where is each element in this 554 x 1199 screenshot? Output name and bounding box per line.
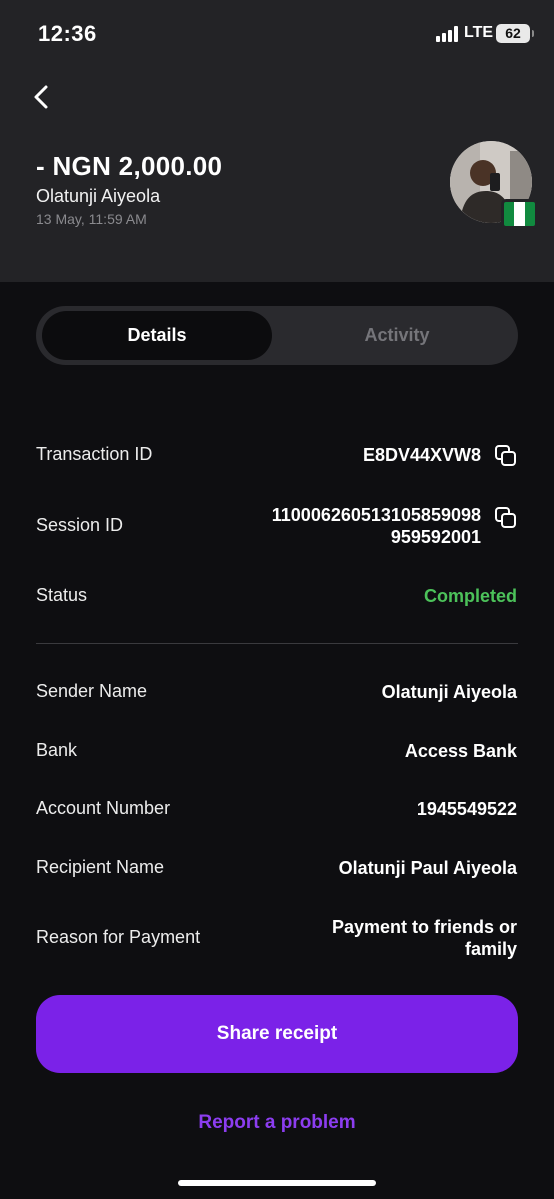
transaction-details-screen: 12:36 LTE 62 - NGN 2,000.00 Olatunji Aiy… bbox=[0, 0, 554, 1199]
reason-line-2: family bbox=[464, 939, 517, 959]
home-indicator bbox=[178, 1180, 376, 1186]
status-bar: 12:36 LTE 62 bbox=[0, 0, 554, 70]
back-button[interactable] bbox=[26, 80, 60, 114]
copy-session-id-button[interactable] bbox=[494, 506, 518, 530]
recipient-name-value: Olatunji Paul Aiyeola bbox=[338, 858, 517, 878]
battery-icon: 62 bbox=[496, 24, 534, 43]
session-id-line-1: 110006260513105859098 bbox=[271, 505, 481, 525]
network-label: LTE bbox=[464, 24, 494, 41]
tab-switcher: Details Activity bbox=[36, 306, 518, 365]
transaction-id-value: E8DV44XVW8 bbox=[362, 445, 481, 465]
divider bbox=[36, 643, 518, 644]
transaction-datetime: 13 May, 11:59 AM bbox=[36, 211, 147, 227]
counterparty-name: Olatunji Aiyeola bbox=[36, 186, 161, 206]
sender-name-value: Olatunji Aiyeola bbox=[381, 682, 517, 702]
report-problem-link[interactable]: Report a problem bbox=[0, 1112, 554, 1134]
tab-details[interactable]: Details bbox=[42, 311, 272, 360]
reason-value: Payment to friends or family bbox=[332, 916, 517, 960]
session-id-label: Session ID bbox=[36, 515, 124, 535]
status-time: 12:36 bbox=[38, 21, 97, 46]
transaction-amount: - NGN 2,000.00 bbox=[36, 151, 223, 181]
status-label: Status bbox=[36, 585, 88, 605]
share-receipt-button[interactable]: Share receipt bbox=[36, 995, 518, 1073]
nigeria-flag-icon bbox=[501, 199, 538, 229]
tab-activity[interactable]: Activity bbox=[282, 311, 512, 360]
transaction-id-label: Transaction ID bbox=[36, 444, 153, 464]
bank-value: Access Bank bbox=[404, 741, 517, 761]
session-id-value: 110006260513105859098 959592001 bbox=[272, 504, 481, 548]
reason-line-1: Payment to friends or bbox=[331, 917, 517, 937]
copy-transaction-id-button[interactable] bbox=[494, 444, 518, 468]
copy-icon bbox=[495, 445, 516, 466]
back-chevron-icon bbox=[34, 85, 48, 109]
signal-icon bbox=[436, 26, 460, 42]
sender-name-label: Sender Name bbox=[36, 681, 148, 701]
copy-icon bbox=[495, 507, 516, 528]
session-id-line-2: 959592001 bbox=[390, 527, 481, 547]
account-number-label: Account Number bbox=[36, 798, 171, 818]
reason-label: Reason for Payment bbox=[36, 927, 201, 947]
account-number-value: 1945549522 bbox=[416, 799, 517, 819]
recipient-name-label: Recipient Name bbox=[36, 857, 165, 877]
bank-label: Bank bbox=[36, 740, 78, 760]
status-value: Completed bbox=[423, 586, 517, 606]
header: 12:36 LTE 62 - NGN 2,000.00 Olatunji Aiy… bbox=[0, 0, 554, 282]
